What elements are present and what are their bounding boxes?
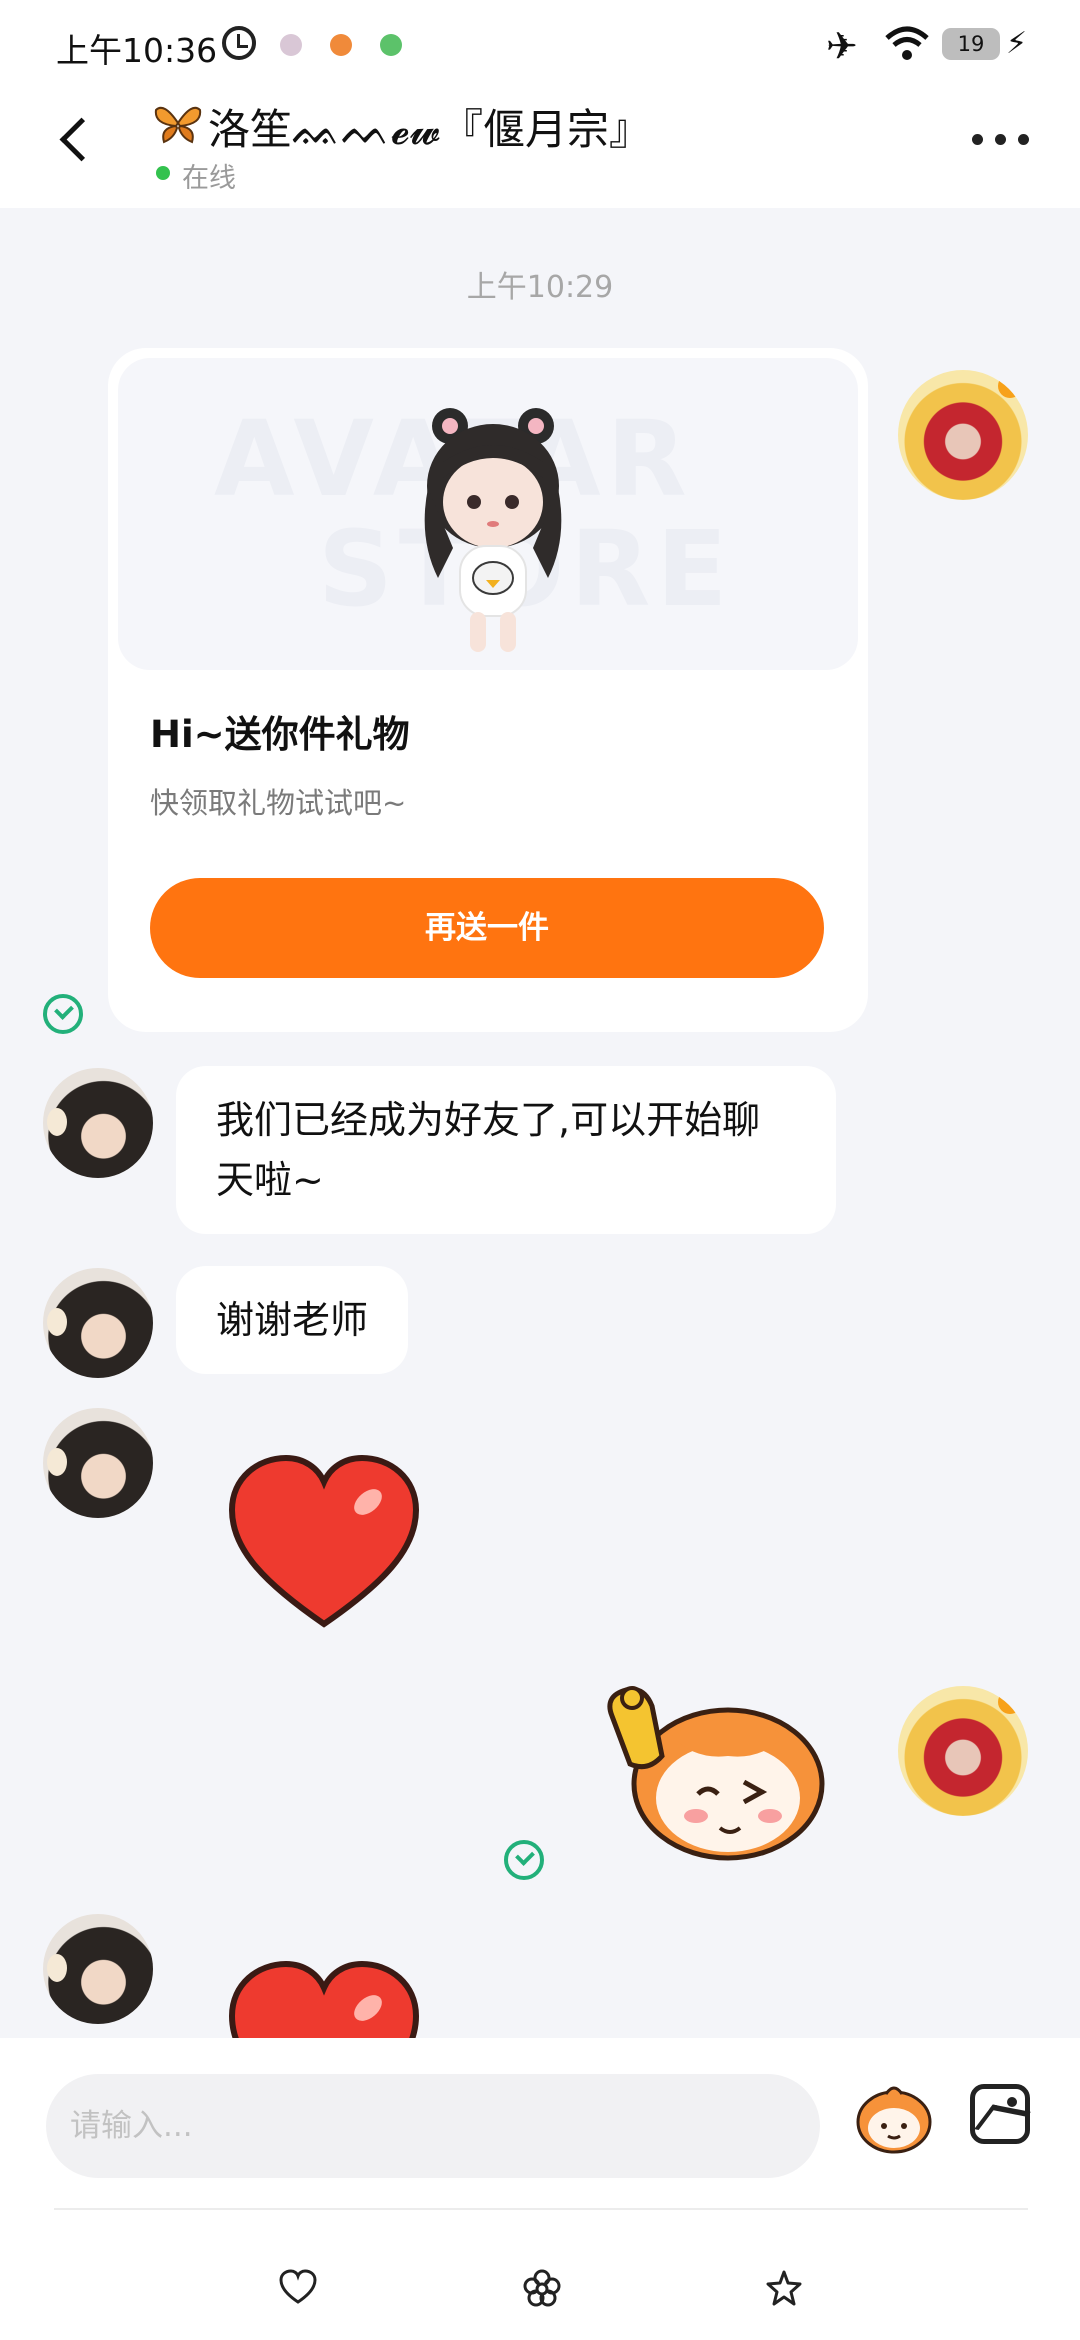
heart-icon[interactable] (278, 2268, 318, 2308)
airplane-mode-icon: ✈ (826, 24, 858, 68)
chat-title: 洛笙ᨐᨓ𝓮𝔀『偃月宗』 (208, 105, 652, 154)
peer-avatar[interactable] (43, 1268, 153, 1378)
my-avatar[interactable] (898, 370, 1028, 500)
image-picker-button[interactable] (970, 2084, 1030, 2144)
read-check-icon (504, 1840, 544, 1880)
online-status-label: 在线 (182, 163, 236, 194)
star-icon[interactable] (764, 2268, 804, 2308)
message-list[interactable]: 上午10:29 AVATAR STORE (0, 208, 1080, 2038)
alarm-icon (222, 26, 256, 60)
message-input[interactable]: 请输入... (46, 2074, 820, 2178)
input-area: 请输入... (0, 2038, 1080, 2340)
read-check-icon (43, 994, 83, 1034)
message-bubble[interactable]: 谢谢老师 (176, 1266, 409, 1374)
heart-sticker[interactable] (226, 1454, 422, 1634)
back-button[interactable] (52, 110, 100, 170)
charging-icon: ⚡ (1006, 26, 1028, 61)
flower-icon[interactable] (522, 2268, 562, 2308)
gift-title: Hi~送你件礼物 (150, 713, 410, 756)
peer-avatar[interactable] (43, 1068, 153, 1178)
notification-icon (280, 34, 302, 56)
peer-avatar[interactable] (43, 1408, 153, 1518)
gift-banner: AVATAR STORE (118, 358, 858, 670)
online-status-dot (156, 166, 170, 180)
wifi-icon (885, 26, 929, 60)
butterfly-icon (154, 106, 202, 144)
mascot-sticker[interactable] (592, 1676, 832, 1866)
gift-subtitle: 快领取礼物试试吧~ (150, 786, 407, 820)
message-bubble[interactable]: 我们已经成为好友了,可以开始聊天啦~ (176, 1066, 836, 1234)
heart-sticker[interactable] (226, 1960, 422, 2038)
battery-indicator: 19 (942, 28, 1000, 60)
notification-icon (330, 34, 352, 56)
peer-avatar[interactable] (43, 1914, 153, 2024)
gift-avatar-figure (424, 408, 562, 652)
divider (54, 2208, 1028, 2210)
message-timestamp: 上午10:29 (466, 270, 614, 305)
sticker-button[interactable] (852, 2076, 936, 2160)
top-bar: 上午10:36 ✈ 19 ⚡ 洛笙ᨐᨓ𝓮𝔀『偃月宗』 在线 (0, 0, 1080, 208)
more-options-button[interactable] (972, 128, 1030, 152)
notification-icon (380, 34, 402, 56)
status-time: 上午10:36 (56, 31, 218, 70)
send-another-gift-button[interactable]: 再送一件 (150, 878, 824, 978)
my-avatar[interactable] (898, 1686, 1028, 1816)
gift-card[interactable]: AVATAR STORE Hi~送你 (108, 348, 868, 1032)
status-bar: 上午10:36 ✈ 19 ⚡ (0, 0, 1080, 90)
